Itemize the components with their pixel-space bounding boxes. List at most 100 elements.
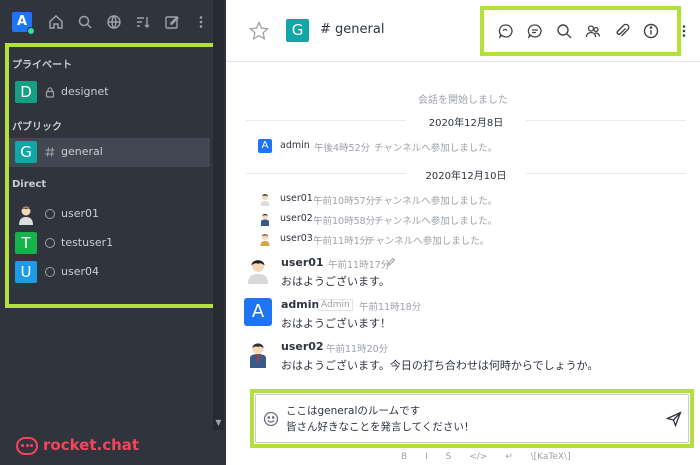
- user02-avatar[interactable]: [244, 340, 272, 368]
- sidebar: A プライベート D designet パブリック G general Dire…: [0, 0, 226, 465]
- section-public-title: パブリック: [12, 122, 62, 133]
- sidebar-item-label: user01: [61, 207, 99, 220]
- system-message-text: チャンネルへ参加しました。: [374, 143, 498, 154]
- create-new-icon[interactable]: [162, 12, 182, 32]
- sidebar-item-designet[interactable]: D designet: [9, 78, 210, 107]
- info-icon[interactable]: [642, 22, 660, 40]
- message-author[interactable]: user02: [281, 340, 324, 353]
- search-icon[interactable]: [555, 22, 573, 40]
- members-icon[interactable]: [584, 22, 602, 40]
- threads-icon[interactable]: [526, 22, 544, 40]
- section-private-title: プライベート: [12, 60, 72, 71]
- message-body: おはようございます。今日の打ち合わせは何時からでしょうか。: [281, 359, 599, 372]
- section-direct-title: Direct: [12, 179, 47, 190]
- sidebar-item-label: designet: [61, 85, 109, 98]
- message-time: 午前11時17分: [328, 260, 391, 271]
- sidebar-item-user04[interactable]: U user04: [9, 258, 210, 287]
- date-divider: 2020年12月10日: [246, 167, 686, 182]
- online-status-dot: [27, 27, 35, 35]
- sidebar-item-general[interactable]: G general: [9, 138, 210, 167]
- status-icon: [45, 267, 55, 277]
- hash-icon: #: [320, 22, 331, 37]
- room-title: # general: [320, 22, 384, 37]
- system-message-user: admin: [280, 140, 310, 151]
- system-message-user: user01: [280, 193, 313, 204]
- system-message-time: 午前11時1分: [313, 236, 370, 247]
- edited-pencil-icon: [386, 257, 396, 267]
- multiline-button[interactable]: ↵: [505, 452, 513, 462]
- room-header: G # general: [226, 0, 700, 62]
- system-message-user: user03: [280, 233, 313, 244]
- room-avatar: G: [286, 19, 309, 42]
- admin-avatar: A: [258, 139, 272, 153]
- formatting-toolbar: B I S </> ↵ \[KaTeX\]: [401, 452, 586, 464]
- conversation-start-note: 会話を開始しました: [418, 95, 508, 106]
- user01-avatar: [15, 203, 37, 225]
- message-item[interactable]: user02 午前11時20分 おはようございます。今日の打ち合わせは何時からで…: [244, 340, 684, 376]
- italic-button[interactable]: I: [425, 452, 428, 462]
- attachment-icon[interactable]: [613, 22, 631, 40]
- message-time: 午前11時20分: [326, 344, 389, 355]
- sort-icon[interactable]: [133, 12, 153, 32]
- user01-avatar: [258, 192, 272, 206]
- room-avatar: U: [15, 261, 37, 283]
- date-divider-label: 2020年12月8日: [406, 114, 526, 129]
- kebab-menu-icon[interactable]: [191, 12, 211, 32]
- sidebar-item-label: general: [61, 145, 103, 158]
- lock-icon: [45, 87, 55, 98]
- message-composer[interactable]: ここはgeneralのルームです 皆さん好きなことを発言してください！: [255, 394, 689, 443]
- system-message-text: チャンネルへ参加しました。: [374, 216, 498, 227]
- room-avatar: D: [15, 81, 37, 103]
- logo-text: rocket.chat: [43, 436, 140, 454]
- date-divider: 2020年12月8日: [246, 114, 686, 129]
- system-message-user: user02: [280, 213, 313, 224]
- search-icon[interactable]: [75, 12, 95, 32]
- kebab-menu-icon[interactable]: [679, 22, 689, 40]
- user01-avatar[interactable]: [244, 256, 272, 284]
- sidebar-scrollbar[interactable]: ▼: [213, 0, 224, 430]
- user02-avatar: [258, 212, 272, 226]
- send-icon[interactable]: [665, 410, 683, 428]
- system-message-text: チャンネルへ参加しました。: [366, 236, 490, 247]
- favorite-star-icon[interactable]: [248, 20, 270, 42]
- room-title-text: general: [335, 22, 385, 37]
- system-message-time: 午前10時57分: [313, 196, 376, 207]
- scroll-down-icon[interactable]: ▼: [213, 416, 224, 430]
- hash-icon: [45, 147, 55, 157]
- logo-bubble-icon: [16, 437, 38, 455]
- main-panel: G # general 会話を開始しました 2020年12月8日 A admin…: [226, 0, 700, 465]
- sidebar-item-user01[interactable]: user01: [9, 200, 210, 229]
- user-avatar[interactable]: A: [12, 12, 35, 35]
- sidebar-item-label: user04: [61, 265, 99, 278]
- sidebar-item-testuser1[interactable]: T testuser1: [9, 229, 210, 258]
- room-avatar: T: [15, 232, 37, 254]
- message-list[interactable]: 会話を開始しました 2020年12月8日 A admin 午後4時52分 チャン…: [226, 63, 700, 385]
- date-divider-label: 2020年12月10日: [406, 167, 526, 182]
- discussion-icon[interactable]: [497, 22, 515, 40]
- message-author[interactable]: admin: [281, 298, 319, 311]
- message-author[interactable]: user01: [281, 256, 324, 269]
- message-input-line: ここはgeneralのルームです: [286, 405, 421, 417]
- sidebar-toolbar: A: [0, 0, 226, 42]
- emoji-icon[interactable]: [262, 410, 280, 428]
- system-message-text: チャンネルへ参加しました。: [374, 196, 498, 207]
- message-item[interactable]: user01 午前11時17分 おはようございます。: [244, 256, 684, 292]
- admin-avatar[interactable]: A: [244, 298, 272, 326]
- message-item[interactable]: A admin Admin 午前11時18分 おはようございます！: [244, 298, 684, 334]
- message-time: 午前11時18分: [359, 302, 422, 313]
- role-badge: Admin: [318, 299, 353, 311]
- message-input-line: 皆さん好きなことを発言してください！: [286, 421, 475, 433]
- katex-link[interactable]: \[KaTeX\]: [531, 452, 571, 462]
- strike-button[interactable]: S: [446, 452, 452, 462]
- home-icon[interactable]: [46, 12, 66, 32]
- room-avatar: G: [15, 141, 37, 163]
- user03-avatar: [258, 232, 272, 246]
- directory-icon[interactable]: [104, 12, 124, 32]
- message-body: おはようございます。: [281, 275, 390, 288]
- message-input[interactable]: ここはgeneralのルームです 皆さん好きなことを発言してください！: [286, 403, 474, 435]
- bold-button[interactable]: B: [401, 452, 407, 462]
- status-icon: [45, 209, 55, 219]
- user-avatar-letter: A: [16, 14, 28, 29]
- message-body: おはようございます！: [281, 317, 391, 330]
- code-button[interactable]: </>: [469, 452, 487, 462]
